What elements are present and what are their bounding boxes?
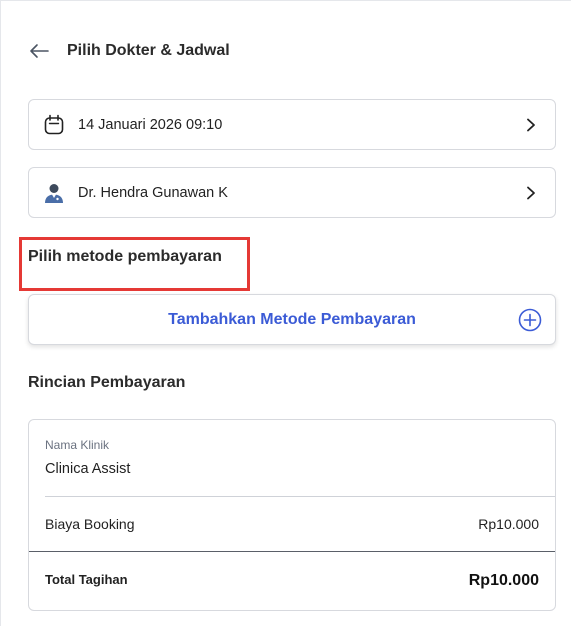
payment-details-title: Rincian Pembayaran	[28, 374, 186, 391]
header: Pilih Dokter & Jadwal	[27, 37, 230, 65]
doctor-avatar-icon	[42, 181, 66, 205]
divider	[45, 496, 555, 497]
payment-details-card: Nama Klinik Clinica Assist Biaya Booking…	[28, 419, 556, 611]
divider	[29, 551, 555, 552]
clinic-caption: Nama Klinik	[45, 438, 110, 452]
chevron-right-icon	[523, 117, 539, 133]
chevron-right-icon	[523, 185, 539, 201]
total-value: Rp10.000	[468, 572, 539, 589]
page-title: Pilih Dokter & Jadwal	[67, 42, 230, 59]
schedule-value: 14 Januari 2026 09:10	[78, 116, 223, 133]
arrow-left-icon[interactable]	[27, 39, 51, 63]
schedule-selector[interactable]: 14 Januari 2026 09:10	[28, 99, 556, 150]
app-page: Pilih Dokter & Jadwal 14 Januari 2026 09…	[0, 0, 571, 626]
calendar-icon	[42, 113, 66, 137]
plus-circle-icon	[518, 308, 542, 332]
total-label: Total Tagihan	[45, 572, 128, 587]
clinic-name: Clinica Assist	[45, 461, 131, 477]
add-payment-method-label: Tambahkan Metode Pembayaran	[168, 310, 416, 328]
doctor-selector[interactable]: Dr. Hendra Gunawan K	[28, 167, 556, 218]
add-payment-method-button[interactable]: Tambahkan Metode Pembayaran	[28, 294, 556, 345]
payment-method-title: Pilih metode pembayaran	[28, 248, 222, 265]
doctor-name: Dr. Hendra Gunawan K	[78, 184, 228, 201]
booking-fee-label: Biaya Booking	[45, 516, 135, 532]
booking-fee-value: Rp10.000	[478, 516, 539, 532]
